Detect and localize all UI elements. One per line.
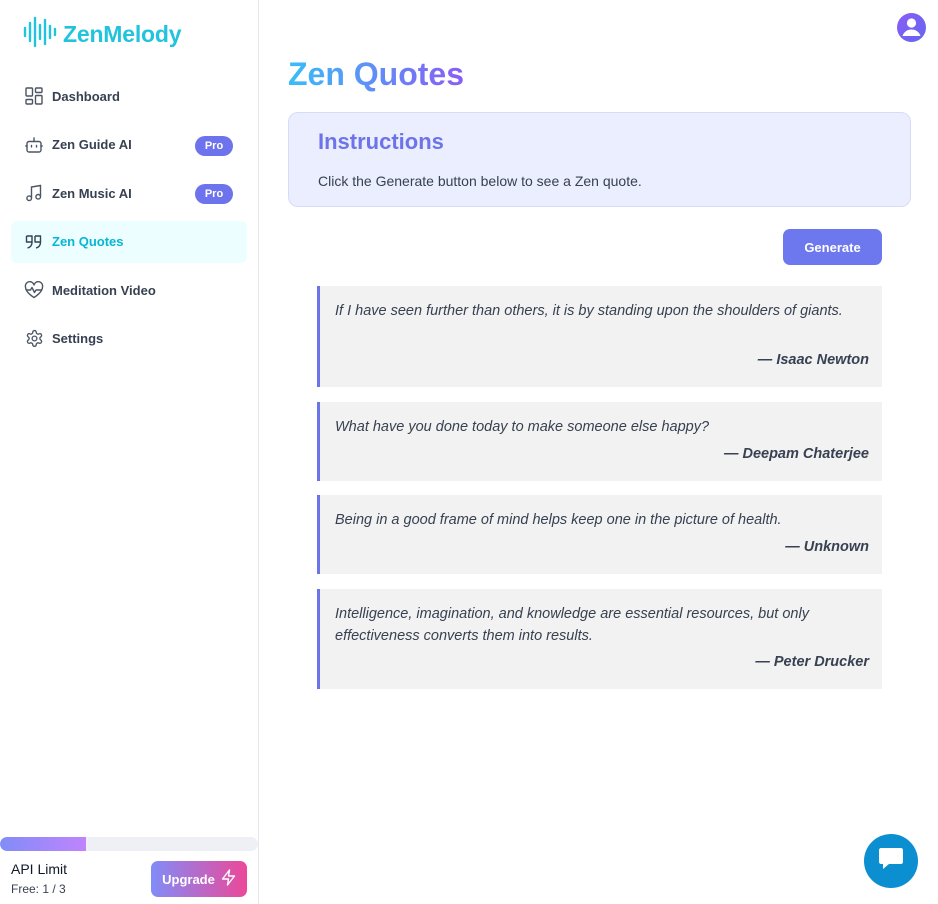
pro-badge: Pro bbox=[195, 184, 233, 205]
quote-text: What have you done today to make someone… bbox=[335, 419, 710, 435]
quote-text: Intelligence, imagination, and knowledge… bbox=[335, 606, 809, 644]
sidebar-item-label: Zen Guide AI bbox=[52, 137, 132, 153]
api-limit-progress-fill bbox=[0, 837, 86, 851]
sidebar-item-label: Dashboard bbox=[52, 88, 120, 104]
sidebar-item-zen-guide-ai[interactable]: Zen Guide AI Pro bbox=[11, 124, 247, 166]
generate-button[interactable]: Generate bbox=[783, 229, 882, 265]
bot-icon bbox=[24, 135, 44, 155]
sidebar-nav: Dashboard Zen Guide AI Pro Zen Music AI … bbox=[11, 75, 247, 367]
chat-button[interactable] bbox=[864, 834, 918, 888]
upgrade-button[interactable]: Upgrade bbox=[151, 861, 247, 897]
app-name: ZenMelody bbox=[63, 21, 182, 47]
lightning-icon bbox=[221, 869, 236, 889]
quote-icon bbox=[24, 232, 44, 252]
instructions-text: Click the Generate button below to see a… bbox=[318, 173, 642, 189]
sound-wave-icon bbox=[23, 16, 57, 53]
user-avatar[interactable] bbox=[897, 13, 926, 42]
quote-author: — Isaac Newton bbox=[757, 352, 869, 368]
pro-badge: Pro bbox=[195, 135, 233, 156]
quote-card: If I have seen further than others, it i… bbox=[317, 286, 882, 387]
music-icon bbox=[24, 183, 44, 203]
api-limit-usage: Free: 1 / 3 bbox=[11, 882, 66, 896]
sidebar-item-label: Meditation Video bbox=[52, 282, 156, 298]
quote-card: What have you done today to make someone… bbox=[317, 402, 882, 481]
page-title: Zen Quotes bbox=[288, 56, 465, 92]
instructions-title: Instructions bbox=[318, 129, 444, 154]
api-limit-progress-bar bbox=[0, 837, 258, 851]
gear-icon bbox=[24, 329, 44, 349]
quote-author: — Unknown bbox=[785, 539, 869, 555]
api-limit-title: API Limit bbox=[11, 861, 68, 877]
sidebar-item-dashboard[interactable]: Dashboard bbox=[11, 75, 247, 117]
instructions-panel: Instructions Click the Generate button b… bbox=[288, 112, 911, 207]
quote-card: Being in a good frame of mind helps keep… bbox=[317, 495, 882, 574]
user-icon bbox=[897, 13, 926, 42]
chat-icon bbox=[877, 846, 905, 877]
sidebar-item-zen-quotes[interactable]: Zen Quotes bbox=[11, 220, 247, 263]
heart-pulse-icon bbox=[24, 280, 44, 300]
quote-card: Intelligence, imagination, and knowledge… bbox=[317, 589, 882, 689]
sidebar-item-label: Settings bbox=[52, 331, 104, 347]
sidebar-item-meditation-video[interactable]: Meditation Video bbox=[11, 269, 247, 311]
sidebar-item-label: Zen Quotes bbox=[52, 234, 124, 250]
quote-author: — Deepam Chaterjee bbox=[723, 446, 869, 462]
upgrade-label: Upgrade bbox=[162, 871, 215, 887]
logo[interactable]: ZenMelody bbox=[23, 16, 182, 53]
quote-author: — Peter Drucker bbox=[755, 654, 869, 670]
dashboard-icon bbox=[24, 86, 44, 106]
quote-text: If I have seen further than others, it i… bbox=[335, 303, 843, 319]
sidebar-item-zen-music-ai[interactable]: Zen Music AI Pro bbox=[11, 172, 247, 214]
sidebar: ZenMelody Dashboard Zen Guide AI Pro Zen… bbox=[0, 0, 259, 904]
sidebar-item-label: Zen Music AI bbox=[52, 185, 132, 201]
quote-text: Being in a good frame of mind helps keep… bbox=[335, 512, 782, 528]
sidebar-item-settings[interactable]: Settings bbox=[11, 318, 247, 360]
